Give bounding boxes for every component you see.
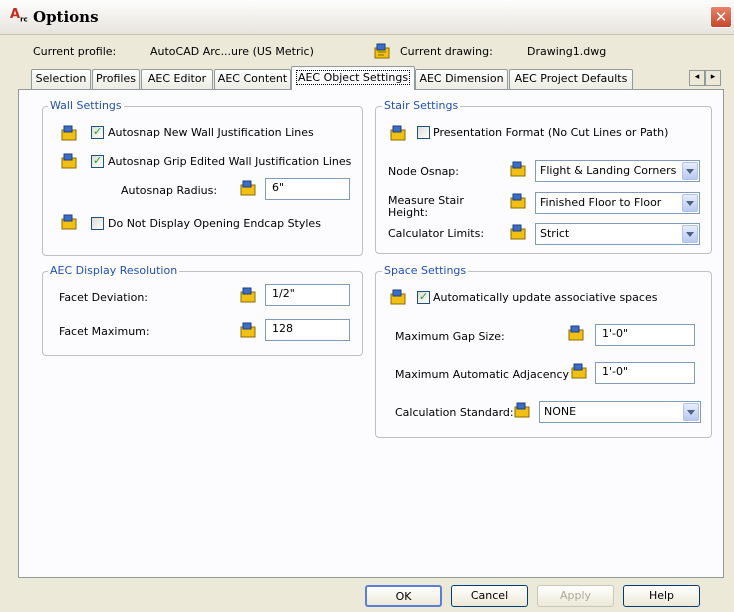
- drawing-settings-icon: [240, 180, 256, 196]
- chevron-down-icon[interactable]: [682, 194, 698, 212]
- drawing-settings-icon: [568, 325, 584, 341]
- auto-update-spaces-label: Automatically update associative spaces: [433, 291, 658, 304]
- drawing-settings-icon: [374, 43, 390, 59]
- drawing-settings-icon: [240, 287, 256, 303]
- current-drawing-label: Current drawing:: [400, 45, 493, 58]
- tab-aec-project-defaults[interactable]: AEC Project Defaults: [509, 69, 633, 89]
- ok-button[interactable]: OK: [365, 585, 442, 607]
- aec-display-resolution-title: AEC Display Resolution: [48, 264, 180, 277]
- autosnap-radius-label: Autosnap Radius:: [121, 184, 218, 197]
- chevron-down-icon[interactable]: [683, 403, 699, 421]
- chevron-down-icon[interactable]: [682, 225, 698, 243]
- calculator-limits-label: Calculator Limits:: [388, 227, 485, 240]
- auto-update-spaces-checkbox[interactable]: ✓: [417, 290, 430, 304]
- autosnap-radius-input[interactable]: 6": [265, 178, 350, 200]
- apply-button[interactable]: Apply: [537, 585, 614, 607]
- autosnap-grip-label: Autosnap Grip Edited Wall Justification …: [108, 155, 352, 168]
- facet-deviation-label: Facet Deviation:: [59, 291, 149, 304]
- stair-settings-title: Stair Settings: [382, 99, 461, 112]
- measure-stair-height-label-line2: Height:: [388, 206, 429, 219]
- tab-aec-content[interactable]: AEC Content: [214, 69, 291, 89]
- node-osnap-select[interactable]: Flight & Landing Corners: [535, 160, 700, 182]
- drawing-settings-icon: [571, 363, 587, 379]
- maximum-adjacency-label: Maximum Automatic Adjacency: [395, 368, 570, 381]
- autosnap-grip-checkbox[interactable]: ✓: [91, 154, 104, 168]
- current-profile-value: AutoCAD Arc...ure (US Metric): [150, 45, 314, 58]
- current-profile-label: Current profile:: [33, 45, 117, 58]
- help-button[interactable]: Help: [623, 585, 700, 607]
- drawing-settings-icon: [514, 402, 530, 418]
- wall-settings-title: Wall Settings: [48, 99, 124, 112]
- drawing-settings-icon: [61, 214, 77, 230]
- autosnap-new-wall-label: Autosnap New Wall Justification Lines: [108, 126, 314, 139]
- maximum-gap-size-input[interactable]: 1'-0": [595, 324, 695, 346]
- tab-selection[interactable]: Selection: [31, 69, 91, 89]
- tab-scroll-left-button[interactable]: ◂: [689, 70, 705, 86]
- close-button[interactable]: ✕: [710, 6, 732, 28]
- maximum-gap-size-label: Maximum Gap Size:: [395, 330, 505, 343]
- drawing-settings-icon: [61, 125, 77, 141]
- facet-maximum-label: Facet Maximum:: [59, 325, 150, 338]
- tab-scroll-right-button[interactable]: ▸: [705, 70, 721, 86]
- tab-aec-editor[interactable]: AEC Editor: [141, 69, 213, 89]
- drawing-settings-icon: [240, 322, 256, 338]
- cancel-button[interactable]: Cancel: [451, 585, 528, 607]
- title-bar: [0, 0, 734, 35]
- maximum-adjacency-input[interactable]: 1'-0": [595, 362, 695, 384]
- calculator-limits-select[interactable]: Strict: [535, 223, 700, 245]
- presentation-format-label: Presentation Format (No Cut Lines or Pat…: [433, 126, 669, 139]
- no-endcap-label: Do Not Display Opening Endcap Styles: [108, 217, 321, 230]
- chevron-down-icon[interactable]: [682, 162, 698, 180]
- drawing-settings-icon: [510, 193, 526, 209]
- calculation-standard-select[interactable]: NONE: [539, 401, 701, 423]
- drawing-settings-icon: [390, 289, 406, 305]
- measure-stair-height-select[interactable]: Finished Floor to Floor: [535, 192, 700, 214]
- drawing-settings-icon: [61, 153, 77, 169]
- tab-aec-object-settings[interactable]: AEC Object Settings: [291, 66, 415, 90]
- tab-profiles[interactable]: Profiles: [92, 69, 140, 89]
- calculation-standard-label: Calculation Standard:: [395, 406, 514, 419]
- presentation-format-checkbox[interactable]: [417, 126, 430, 139]
- no-endcap-checkbox[interactable]: [91, 217, 104, 230]
- facet-deviation-input[interactable]: 1/2": [265, 284, 350, 306]
- drawing-settings-icon: [510, 161, 526, 177]
- facet-maximum-input[interactable]: 128: [265, 319, 350, 341]
- tab-aec-dimension[interactable]: AEC Dimension: [415, 69, 508, 89]
- autosnap-new-wall-checkbox[interactable]: ✓: [91, 125, 104, 139]
- space-settings-title: Space Settings: [382, 264, 469, 277]
- window-title: Options: [33, 8, 99, 26]
- drawing-settings-icon: [390, 125, 406, 141]
- drawing-settings-icon: [510, 224, 526, 240]
- node-osnap-label: Node Osnap:: [388, 165, 459, 178]
- current-drawing-value: Drawing1.dwg: [527, 45, 607, 58]
- autocad-architecture-icon: Arc: [10, 7, 28, 24]
